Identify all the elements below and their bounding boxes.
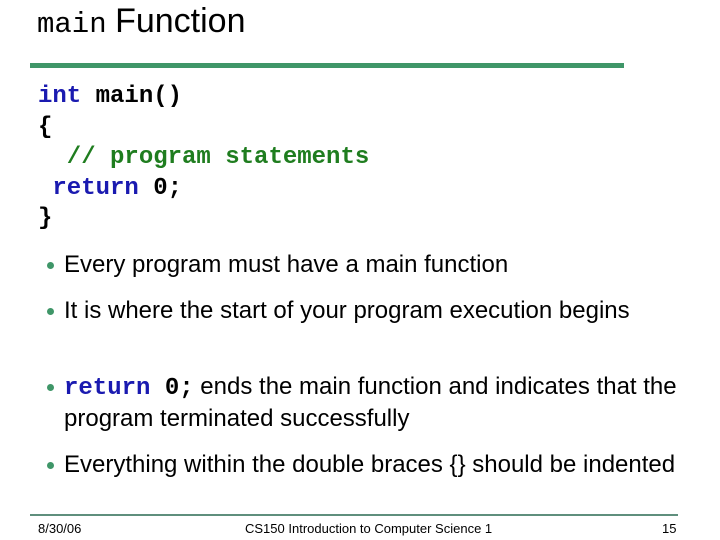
code-keyword: return (64, 375, 151, 402)
code-line: { (38, 114, 52, 141)
slide-title: main Function (37, 2, 245, 41)
bullet-item: Everything within the double braces {} s… (47, 450, 694, 480)
code-line: return 0; (38, 175, 182, 202)
bullet-dot-icon (47, 262, 54, 269)
footer-course-title: CS150 Introduction to Computer Science 1 (245, 521, 493, 536)
bullet-inline-code: return 0; (64, 375, 194, 402)
footer-divider (30, 514, 678, 516)
bullet-text: It is where the start of your program ex… (64, 297, 630, 324)
bullet-item: Every program must have a main function (47, 250, 694, 280)
bullet-item: return 0; ends the main function and ind… (47, 372, 694, 434)
code-line: } (38, 205, 52, 232)
code-text: 0; (150, 375, 194, 402)
title-underline-bar (30, 63, 624, 68)
bullet-text: Everything within the double braces {} s… (64, 451, 676, 478)
code-line: // program statements (38, 144, 369, 171)
code-keyword: int (38, 83, 82, 110)
code-block: int main() { // program statements retur… (38, 82, 369, 235)
code-text: 0; (138, 174, 183, 202)
bullet-item: It is where the start of your program ex… (47, 296, 694, 326)
footer-page-number: 15 (662, 521, 677, 536)
bullet-dot-icon (47, 384, 54, 391)
code-keyword: return (38, 174, 139, 202)
bullet-dot-icon (47, 308, 54, 315)
bullet-text: Every program must have a main function (64, 251, 509, 278)
slide-title-code: main (37, 8, 107, 41)
code-text: { (38, 113, 53, 141)
code-text: main() (81, 83, 183, 110)
slide-title-text: Function (115, 2, 246, 40)
footer-date: 8/30/06 (38, 521, 82, 536)
code-text: } (38, 205, 53, 232)
bullet-dot-icon (47, 462, 54, 469)
code-comment: // program statements (38, 144, 370, 171)
code-line: int main() (38, 83, 182, 110)
